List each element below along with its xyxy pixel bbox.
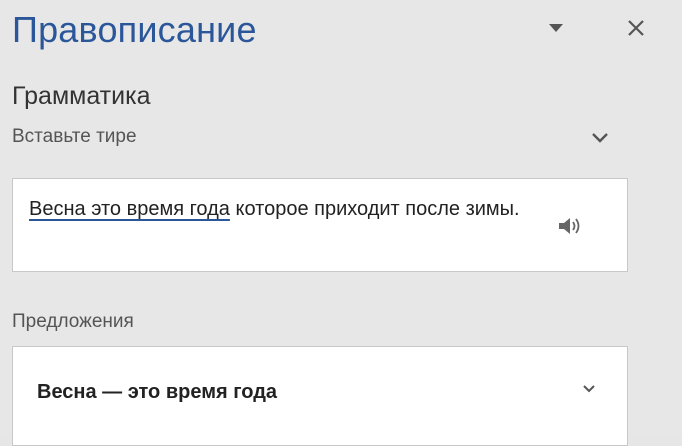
flagged-text[interactable]: Весна это время года: [29, 198, 230, 220]
context-box: Весна это время года которое приходит по…: [12, 178, 628, 272]
chevron-down-icon: [592, 133, 608, 143]
pane-title: Правописание: [12, 9, 257, 50]
suggestion-text[interactable]: Весна — это время года: [37, 381, 277, 404]
issue-row[interactable]: Вставьте тире: [12, 126, 612, 152]
context-text: Весна это время года которое приходит по…: [29, 195, 549, 223]
suggestion-expand-button[interactable]: [579, 379, 599, 399]
pane-options-button[interactable]: [544, 16, 568, 40]
close-icon: [628, 20, 644, 36]
spelling-pane: Правописание Грамматика Вставьте тире Ве…: [0, 0, 682, 446]
issue-expand-button[interactable]: [588, 126, 612, 150]
title-actions: [544, 16, 648, 40]
speaker-icon: [559, 218, 580, 234]
suggestions-label: Предложения: [12, 311, 134, 332]
issue-label: Вставьте тире: [12, 126, 137, 147]
context-rest-text: которое приходит после зимы.: [229, 198, 520, 220]
read-aloud-button[interactable]: [557, 215, 583, 237]
section-title: Грамматика: [12, 82, 151, 110]
suggestion-item[interactable]: Весна — это время года: [12, 346, 628, 446]
close-pane-button[interactable]: [624, 16, 648, 40]
chevron-down-icon: [583, 385, 595, 393]
caret-down-icon: [549, 24, 563, 32]
